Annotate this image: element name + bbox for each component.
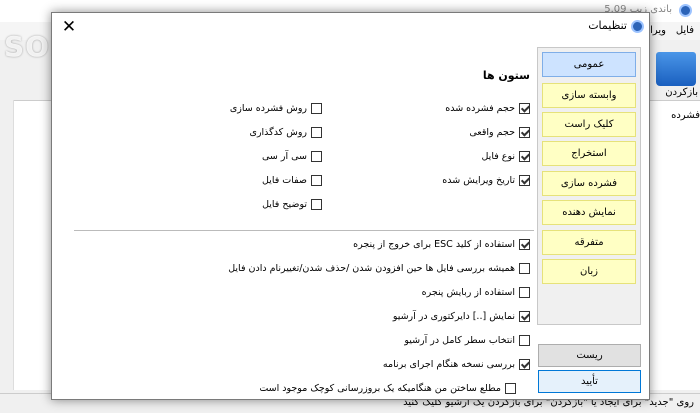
checkbox[interactable]: [311, 127, 322, 138]
checkbox[interactable]: [519, 175, 530, 186]
checkbox-esc-close[interactable]: استفاده از کلید ESC برای خروج از پنجره: [353, 239, 530, 250]
checkbox-show-parent-dir[interactable]: نمایش [..] دایرکتوری در آرشیو: [393, 311, 530, 322]
ok-button[interactable]: تأیید: [538, 370, 641, 393]
checkbox[interactable]: [505, 383, 516, 394]
checkbox-compressed-size[interactable]: حجم فشرده شده: [445, 103, 530, 114]
open-button-label[interactable]: بازکردن: [665, 87, 698, 98]
columns-section-title: ستون ها: [482, 69, 530, 82]
checkbox-window-snap[interactable]: استفاده از ربایش پنجره: [422, 287, 530, 298]
nav-extraction[interactable]: استخراج: [542, 141, 636, 166]
open-folder-icon[interactable]: [656, 52, 696, 86]
checkbox-label: استفاده از کلید ESC برای خروج از پنجره: [353, 239, 515, 250]
nav-language[interactable]: زبان: [542, 259, 636, 284]
checkbox-label: استفاده از ربایش پنجره: [421, 287, 515, 298]
nav-associations[interactable]: وابسته سازی: [542, 83, 636, 108]
menu-file[interactable]: فایل: [676, 25, 694, 36]
checkbox-date-modified[interactable]: تاریخ ویرایش شده: [442, 175, 530, 186]
scrollbar[interactable]: [0, 100, 14, 390]
checkbox[interactable]: [519, 335, 530, 346]
checkbox-label: حجم فشرده شده: [445, 103, 515, 114]
dialog-titlebar: ✕ تنظیمات: [52, 13, 649, 41]
checkbox[interactable]: [519, 239, 530, 250]
close-icon[interactable]: ✕: [58, 16, 80, 38]
checkbox-label: روش کدگذاری: [249, 127, 307, 138]
checkbox[interactable]: [519, 359, 530, 370]
checkbox-label: سی آر سی: [261, 151, 307, 162]
checkbox[interactable]: [519, 151, 530, 162]
side-column-text: فشرده: [671, 110, 700, 121]
checkbox-full-row-select[interactable]: انتخاب سطر کامل در آرشیو: [404, 335, 530, 346]
checkbox-comment[interactable]: توضیح فایل: [262, 199, 322, 210]
checkbox-label: مطلع ساختن من هنگامیکه یک بروزرسانی کوچک…: [259, 383, 501, 394]
checkbox[interactable]: [519, 287, 530, 298]
checkbox-encryption-method[interactable]: روش کدگذاری: [250, 127, 322, 138]
checkbox[interactable]: [311, 175, 322, 186]
checkbox-label: صفات فایل: [261, 175, 307, 186]
checkbox-original-size[interactable]: حجم واقعی: [469, 127, 530, 138]
checkbox-minor-update-notify[interactable]: مطلع ساختن من هنگامیکه یک بروزرسانی کوچک…: [259, 383, 516, 394]
checkbox[interactable]: [311, 199, 322, 210]
nav-viewer[interactable]: نمایش دهنده: [542, 200, 636, 225]
checkbox-label: تاریخ ویرایش شده: [442, 175, 515, 186]
checkbox-label: انتخاب سطر کامل در آرشیو: [404, 335, 515, 346]
nav-compression[interactable]: فشرده سازی: [542, 171, 636, 196]
checkbox-crc[interactable]: سی آر سی: [262, 151, 322, 162]
settings-nav: عمومی وابسته سازی کلیک راست استخراج فشرد…: [537, 47, 641, 325]
checkbox[interactable]: [311, 151, 322, 162]
checkbox[interactable]: [519, 127, 530, 138]
checkbox-file-type[interactable]: نوع فایل: [481, 151, 530, 162]
checkbox-label: روش فشرده سازی: [229, 103, 307, 114]
checkbox-label: بررسی نسخه هنگام اجرای برنامه: [382, 359, 515, 370]
nav-right-click[interactable]: کلیک راست: [542, 112, 636, 137]
checkbox-attributes[interactable]: صفات فایل: [262, 175, 322, 186]
general-settings-panel: ستون ها حجم فشرده شده حجم واقعی نوع فایل…: [62, 47, 536, 394]
settings-app-icon: [631, 20, 644, 33]
checkbox-check-version[interactable]: بررسی نسخه هنگام اجرای برنامه: [383, 359, 530, 370]
nav-general[interactable]: عمومی: [542, 52, 636, 77]
app-icon: [679, 4, 692, 17]
checkbox-compression-method[interactable]: روش فشرده سازی: [230, 103, 322, 114]
checkbox-label: توضیح فایل: [262, 199, 307, 210]
dialog-title: تنظیمات: [588, 19, 627, 32]
section-divider: [74, 230, 534, 231]
checkbox-label: حجم واقعی: [469, 127, 515, 138]
checkbox[interactable]: [519, 311, 530, 322]
nav-misc[interactable]: متفرقه: [542, 230, 636, 255]
checkbox-label: نوع فایل: [481, 151, 515, 162]
checkbox-label: همیشه بررسی فایل ها حین افزودن شدن /حذف …: [228, 263, 515, 274]
checkbox[interactable]: [519, 103, 530, 114]
settings-dialog: ✕ تنظیمات عمومی وابسته سازی کلیک راست اس…: [51, 12, 650, 400]
checkbox-always-check-files[interactable]: همیشه بررسی فایل ها حین افزودن شدن /حذف …: [228, 263, 530, 274]
reset-button[interactable]: ریست: [538, 344, 641, 367]
checkbox[interactable]: [519, 263, 530, 274]
checkbox-label: نمایش [..] دایرکتوری در آرشیو: [392, 311, 515, 322]
checkbox[interactable]: [311, 103, 322, 114]
